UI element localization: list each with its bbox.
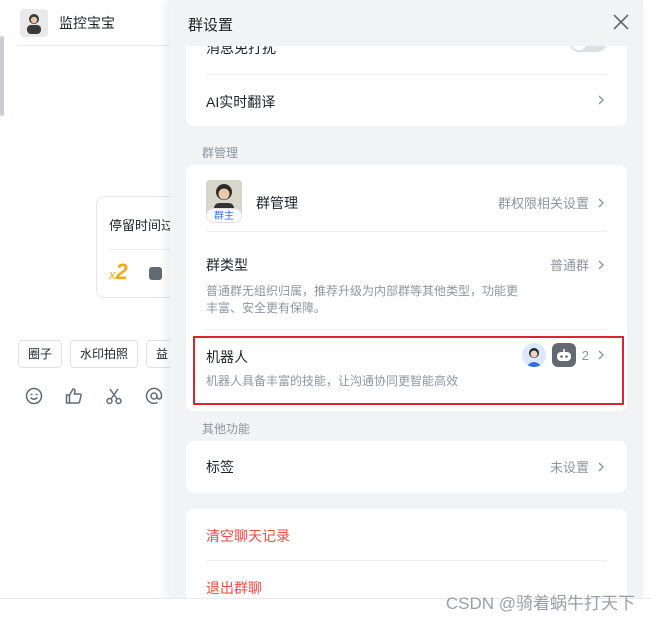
group-settings-panel: 群设置 消息免打扰 AI实时翻译 群管理 群管理 群权限相关设置 群类型 普通群… <box>170 0 643 598</box>
other-card: 标签 未设置 <box>186 441 627 493</box>
chevron-right-icon <box>598 462 604 471</box>
watermark-text: CSDN @骑着蜗牛打天下 <box>445 594 635 613</box>
card-multiplier: x2 <box>109 259 128 284</box>
group-type-row[interactable]: 群类型 普通群 普通群无组织归属，推荐升级为内部群等其他类型，功能更 丰富、安全… <box>206 255 607 315</box>
tag-label: 标签 <box>206 459 234 475</box>
clear-history-row[interactable]: 清空聊天记录 <box>206 526 607 546</box>
section-title-manage: 群管理 <box>202 146 239 160</box>
close-icon[interactable] <box>611 12 631 32</box>
group-type-value: 普通群 <box>550 255 607 274</box>
mention-icon[interactable] <box>144 386 164 406</box>
chat-name[interactable]: 监控宝宝 <box>59 13 115 33</box>
chevron-right-icon <box>598 260 604 269</box>
divider <box>18 45 178 46</box>
chevron-right-icon <box>595 94 607 106</box>
divider <box>206 329 607 330</box>
scissors-icon[interactable] <box>104 386 124 406</box>
chip-watermark-photo[interactable]: 水印拍照 <box>70 340 139 368</box>
emoji-icon[interactable] <box>24 386 44 406</box>
ai-translate-label: AI实时翻译 <box>206 94 276 110</box>
group-manage-label: 群管理 <box>256 195 298 211</box>
divider <box>206 231 607 232</box>
chat-area: 监控宝宝 停留时间过 x2 圈子 水印拍照 益 <box>0 0 199 618</box>
owner-badge: 群主 <box>206 208 242 223</box>
robot-icon <box>149 267 162 280</box>
quick-chips: 圈子 水印拍照 益 <box>18 340 179 368</box>
group-type-label: 群类型 <box>206 257 248 273</box>
panel-header: 群设置 <box>170 0 643 46</box>
exit-group-button[interactable]: 退出群聊 <box>206 580 262 596</box>
group-manage-value: 群权限相关设置 <box>498 193 607 212</box>
danger-card: 清空聊天记录 退出群聊 <box>186 509 627 598</box>
card-text: 停留时间过 <box>109 218 175 233</box>
ai-translate-row[interactable]: AI实时翻译 <box>206 92 607 112</box>
group-type-description: 普通群无组织归属，推荐升级为内部群等其他类型，功能更 丰富、安全更有保障。 <box>206 284 519 315</box>
robot-highlight-frame <box>193 336 624 405</box>
chip-circle[interactable]: 圈子 <box>18 340 63 368</box>
divider <box>206 560 607 561</box>
section-title-other: 其他功能 <box>202 422 251 436</box>
divider <box>206 74 607 75</box>
panel-title: 群设置 <box>188 17 234 34</box>
tag-row[interactable]: 标签 未设置 <box>206 457 607 477</box>
chevron-right-icon <box>598 198 604 207</box>
input-toolbar <box>24 386 164 406</box>
clear-history-button[interactable]: 清空聊天记录 <box>206 528 290 544</box>
thumbs-up-icon[interactable] <box>64 386 84 406</box>
chat-avatar[interactable] <box>20 9 48 37</box>
group-manage-row[interactable]: 群管理 群权限相关设置 <box>206 181 607 221</box>
chat-scrollbar[interactable] <box>0 36 4 116</box>
tag-value: 未设置 <box>550 457 607 476</box>
chat-header: 监控宝宝 <box>20 8 115 38</box>
